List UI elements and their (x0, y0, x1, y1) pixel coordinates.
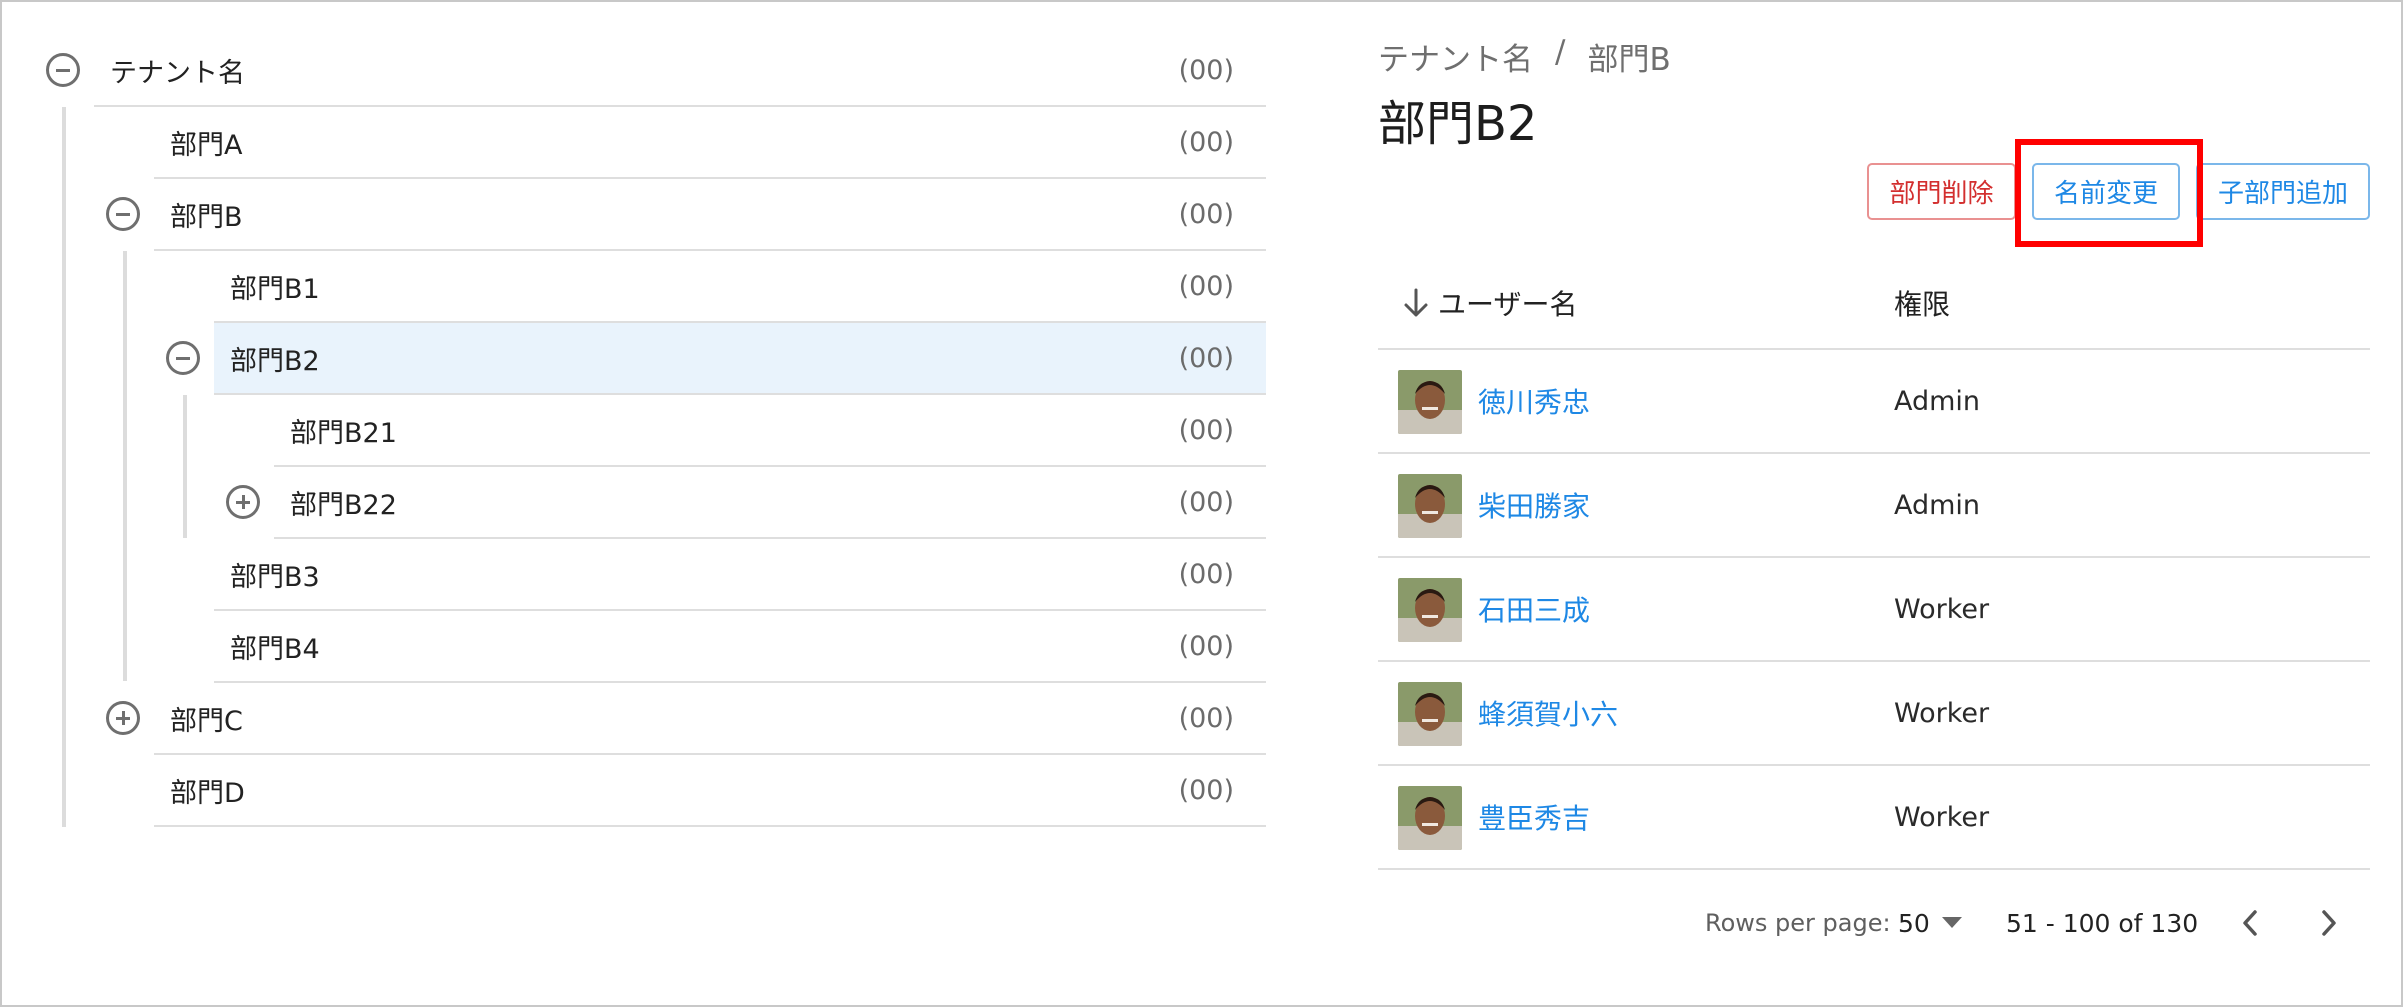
tree-node-dept-c[interactable]: 部門C (00) (154, 683, 1266, 755)
tree-node-dept-d[interactable]: 部門D (00) (154, 755, 1266, 827)
user-role: Admin (1894, 385, 1981, 417)
tree-node-count: (00) (1178, 198, 1234, 230)
chevron-right-icon (2322, 910, 2336, 936)
user-name-link[interactable]: 蜂須賀小六 (1478, 662, 1618, 764)
breadcrumb: テナント名 / 部門B (1378, 34, 1671, 79)
tree-node-label: 部門C (170, 705, 243, 737)
caret-down-icon (1941, 917, 1962, 928)
user-role: Admin (1894, 489, 1981, 521)
tree-node-count: (00) (1178, 558, 1234, 590)
avatar (1398, 474, 1462, 538)
table-row: 蜂須賀小六 Worker (1378, 662, 2370, 766)
page-title: 部門B2 (1378, 96, 1538, 152)
collapse-icon[interactable] (46, 53, 80, 87)
rows-per-page-value: 50 (1898, 908, 1930, 938)
breadcrumb-item[interactable]: テナント名 (1378, 34, 1533, 79)
breadcrumb-separator: / (1555, 34, 1566, 70)
avatar (1398, 682, 1462, 746)
tree-node-dept-b21[interactable]: 部門B21 (00) (274, 395, 1266, 467)
tree-node-count: (00) (1178, 630, 1234, 662)
user-role: Worker (1894, 697, 1990, 729)
pagination-range: 51 - 100 of 130 (2006, 908, 2199, 938)
table-row: 徳川秀忠 Admin (1378, 350, 2370, 454)
tree-guide-line (123, 251, 127, 681)
tree-node-dept-a[interactable]: 部門A (00) (154, 107, 1266, 179)
rename-button[interactable]: 名前変更 (2032, 163, 2180, 220)
tree-node-label: 部門B (170, 201, 243, 233)
chevron-left-icon (2243, 910, 2257, 936)
tree-guide-line (183, 395, 187, 538)
user-name-link[interactable]: 石田三成 (1478, 558, 1590, 660)
tree-node-dept-b[interactable]: 部門B (00) (154, 179, 1266, 251)
tree-node-count: (00) (1178, 414, 1234, 446)
tree-node-label: 部門B21 (290, 417, 397, 449)
avatar (1398, 578, 1462, 642)
column-header-label: ユーザー名 (1438, 288, 1578, 321)
previous-page-button[interactable] (2224, 897, 2276, 949)
rows-per-page-label: Rows per page: (1705, 909, 1891, 937)
delete-department-button[interactable]: 部門削除 (1867, 163, 2016, 220)
user-role: Worker (1894, 801, 1990, 833)
column-header-username[interactable]: ユーザー名 (1402, 258, 1577, 348)
tree-node-count: (00) (1178, 270, 1234, 302)
add-child-department-button[interactable]: 子部門追加 (2196, 163, 2370, 220)
table-row: 柴田勝家 Admin (1378, 454, 2370, 558)
tree-node-label: 部門B2 (230, 345, 320, 377)
arrow-down-icon (1404, 288, 1428, 317)
tree-node-dept-b2-selected[interactable]: 部門B2 (00) (214, 323, 1266, 395)
tree-node-dept-b3[interactable]: 部門B3 (00) (214, 539, 1266, 611)
next-page-button[interactable] (2303, 897, 2355, 949)
tree-node-count: (00) (1178, 774, 1234, 806)
tree-node-label: 部門D (170, 777, 245, 809)
tree-node-count: (00) (1178, 486, 1234, 518)
tree-node-label: 部門A (170, 129, 243, 161)
collapse-icon[interactable] (166, 341, 200, 375)
tree-node-label: 部門B3 (230, 561, 320, 593)
avatar (1398, 370, 1462, 434)
avatar (1398, 786, 1462, 850)
collapse-icon[interactable] (106, 197, 140, 231)
tree-node-dept-b22[interactable]: 部門B22 (00) (274, 467, 1266, 539)
rows-per-page-select[interactable]: 50 (1898, 898, 1962, 948)
tree-node-label: 部門B4 (230, 633, 320, 665)
breadcrumb-item[interactable]: 部門B (1587, 34, 1670, 79)
user-role: Worker (1894, 593, 1990, 625)
column-header-role[interactable]: 権限 (1894, 258, 1950, 348)
table-row: 石田三成 Worker (1378, 558, 2370, 662)
tree-node-dept-b4[interactable]: 部門B4 (00) (214, 611, 1266, 683)
expand-icon[interactable] (226, 485, 260, 519)
user-name-link[interactable]: 徳川秀忠 (1478, 350, 1590, 452)
user-table-header: ユーザー名 権限 (1378, 258, 2370, 350)
user-name-link[interactable]: 豊臣秀吉 (1478, 766, 1590, 868)
tree-node-label: 部門B1 (230, 273, 320, 305)
tree-guide-line (62, 107, 66, 827)
expand-icon[interactable] (106, 701, 140, 735)
tree-node-count: (00) (1178, 342, 1234, 374)
tree-node-count: (00) (1178, 702, 1234, 734)
tree-node-label: 部門B22 (290, 489, 397, 521)
tree-node-count: (00) (1178, 126, 1234, 158)
tree-node-count: (00) (1178, 54, 1234, 86)
table-row: 豊臣秀吉 Worker (1378, 766, 2370, 870)
user-name-link[interactable]: 柴田勝家 (1478, 454, 1590, 556)
tree-node-dept-b1[interactable]: 部門B1 (00) (214, 251, 1266, 323)
tree-node-label: テナント名 (110, 57, 245, 89)
tree-node-tenant[interactable]: テナント名 (00) (94, 35, 1266, 107)
